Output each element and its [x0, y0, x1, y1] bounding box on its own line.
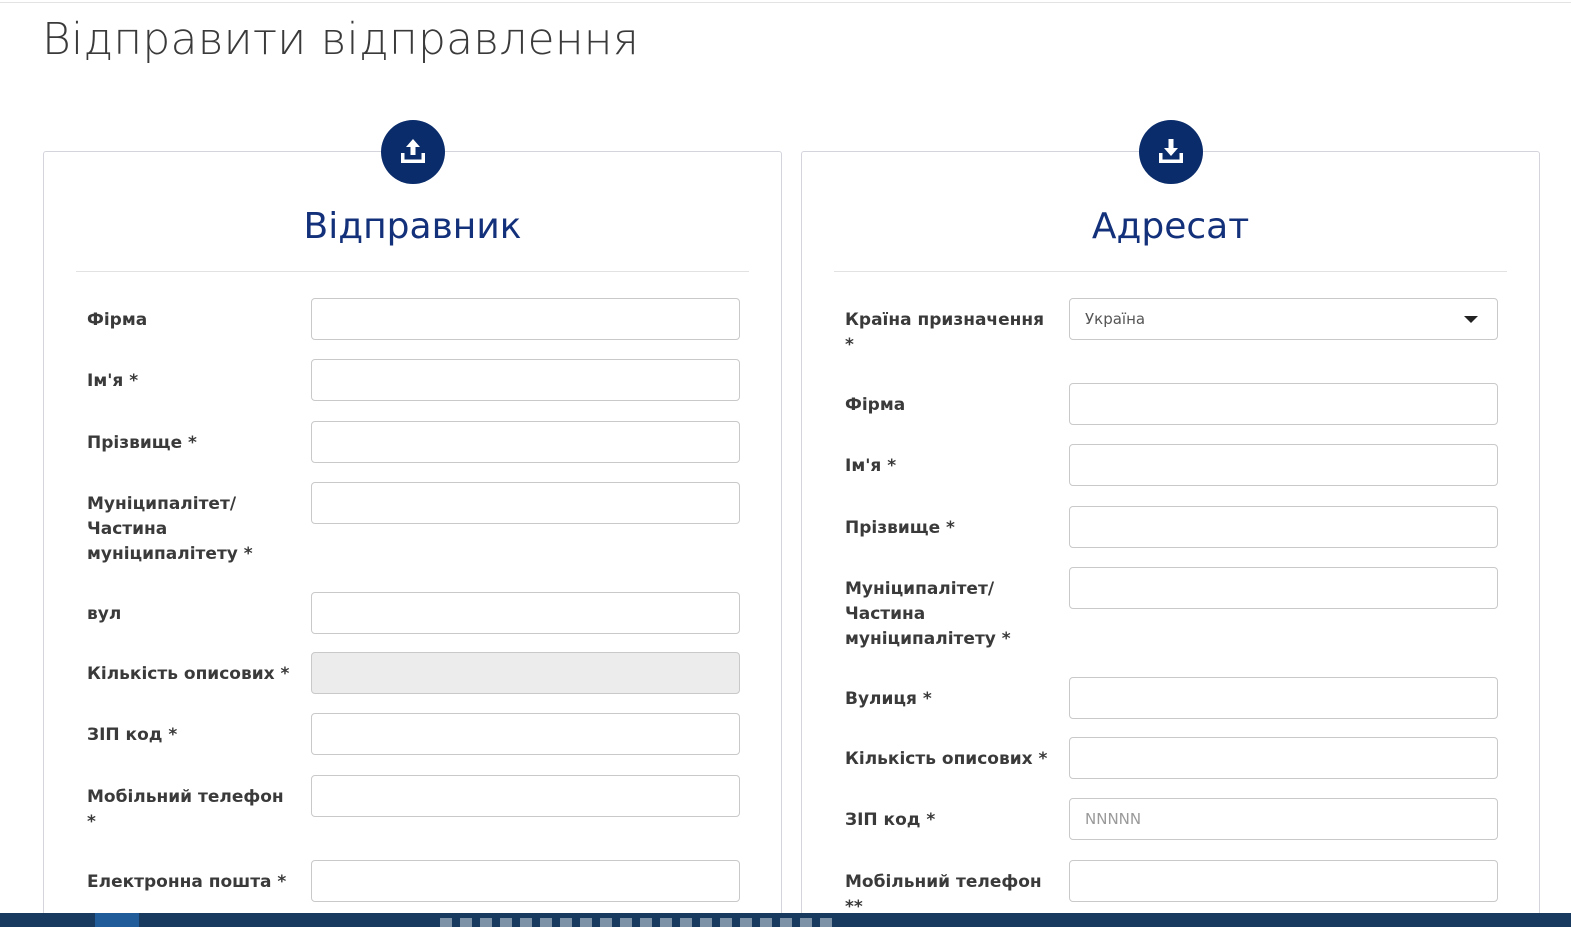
download-icon	[1159, 139, 1183, 163]
field-label: Фірма	[845, 395, 906, 415]
taskbar-app-icon[interactable]	[680, 918, 692, 927]
sender-mobile-input[interactable]	[311, 775, 740, 817]
field-label: Ім'я *	[87, 371, 139, 391]
field-label: Муніципалітет/ Частина муніципалітету *	[845, 579, 1011, 649]
recipient-panel: Адресат Країна призначення * Україна Фір…	[801, 120, 1540, 927]
field-label: Країна призначення *	[845, 310, 1045, 355]
sender-first-name-input[interactable]	[311, 359, 740, 401]
taskbar-app-icon[interactable]	[620, 918, 632, 927]
field-label: Прізвище *	[87, 433, 197, 453]
taskbar-app-icon[interactable]	[580, 918, 592, 927]
sender-zip-input[interactable]	[311, 713, 740, 755]
taskbar-app-icon[interactable]	[520, 918, 532, 927]
field-label: ЗІП код *	[87, 725, 178, 745]
sender-panel: Відправник Фірма Ім'я * Прізвище * Муніц…	[43, 120, 782, 927]
taskbar-app-icon[interactable]	[560, 918, 572, 927]
sender-last-name-input[interactable]	[311, 421, 740, 463]
sender-house-number-input	[311, 652, 740, 694]
taskbar-app-icon[interactable]	[440, 918, 452, 927]
taskbar-app-icon[interactable]	[540, 918, 552, 927]
page-title: Відправити відправлення	[42, 14, 639, 65]
taskbar-app-icon[interactable]	[720, 918, 732, 927]
sender-municipality-input[interactable]	[311, 482, 740, 524]
sender-street-input[interactable]	[311, 592, 740, 634]
recipient-last-name-input[interactable]	[1069, 506, 1498, 548]
taskbar-app-icon[interactable]	[480, 918, 492, 927]
field-label: Електронна пошта *	[87, 872, 287, 892]
sender-title: Відправник	[303, 206, 522, 247]
field-label: Фірма	[87, 310, 148, 330]
country-select-value: Україна	[1085, 310, 1146, 328]
country-select[interactable]: Україна	[1069, 298, 1498, 340]
field-label: Ім'я *	[845, 456, 897, 476]
taskbar-app-icon[interactable]	[760, 918, 772, 927]
taskbar-app-icon[interactable]	[700, 918, 712, 927]
taskbar-app-icon[interactable]	[660, 918, 672, 927]
taskbar-app-icon[interactable]	[780, 918, 792, 927]
taskbar-app-icon[interactable]	[640, 918, 652, 927]
field-label: Муніципалітет/ Частина муніципалітету *	[87, 494, 253, 564]
field-label: Вулиця *	[845, 689, 932, 709]
top-divider	[0, 2, 1571, 3]
field-label: Кількість описових *	[845, 749, 1048, 769]
chevron-down-icon	[1464, 315, 1478, 323]
os-taskbar	[0, 913, 1571, 927]
recipient-zip-input[interactable]: NNNNN	[1069, 798, 1498, 840]
recipient-first-name-input[interactable]	[1069, 444, 1498, 486]
field-label: Кількість описових *	[87, 664, 290, 684]
recipient-street-input[interactable]	[1069, 677, 1498, 719]
taskbar-app-icon[interactable]	[500, 918, 512, 927]
taskbar-app-icon[interactable]	[820, 918, 832, 927]
recipient-company-input[interactable]	[1069, 383, 1498, 425]
sender-company-input[interactable]	[311, 298, 740, 340]
start-button[interactable]	[95, 913, 139, 927]
taskbar-app-icon[interactable]	[600, 918, 612, 927]
field-label: ЗІП код *	[845, 810, 936, 830]
recipient-badge	[1139, 120, 1203, 184]
field-label: вул	[87, 604, 122, 624]
sender-divider	[76, 271, 749, 272]
sender-badge	[381, 120, 445, 184]
sender-email-input[interactable]	[311, 860, 740, 902]
recipient-mobile-input[interactable]	[1069, 860, 1498, 902]
taskbar-app-icon[interactable]	[740, 918, 752, 927]
taskbar-icons	[440, 918, 832, 927]
page: Відправити відправлення Відправник Фірма…	[0, 0, 1571, 927]
field-label: Мобільний телефон *	[87, 787, 284, 832]
taskbar-app-icon[interactable]	[800, 918, 812, 927]
upload-icon	[401, 139, 425, 163]
recipient-municipality-input[interactable]	[1069, 567, 1498, 609]
recipient-house-number-input[interactable]	[1069, 737, 1498, 779]
recipient-title: Адресат	[1091, 206, 1250, 247]
taskbar-app-icon[interactable]	[460, 918, 472, 927]
recipient-divider	[834, 271, 1507, 272]
field-label: Прізвище *	[845, 518, 955, 538]
